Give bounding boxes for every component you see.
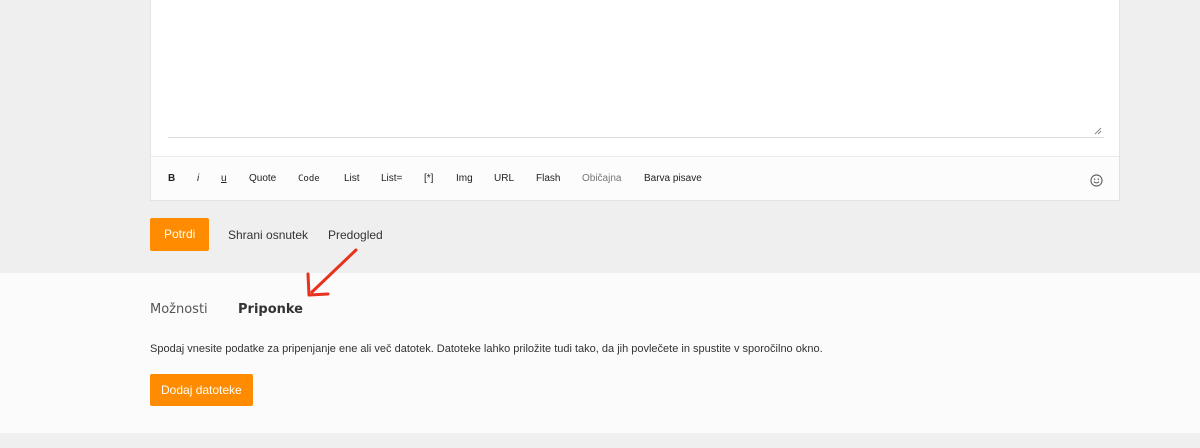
image-button[interactable]: Img	[456, 173, 473, 184]
url-button[interactable]: URL	[494, 173, 514, 184]
add-files-button[interactable]: Dodaj datoteke	[150, 374, 253, 406]
save-draft-button[interactable]: Shrani osnutek	[228, 228, 308, 242]
attachments-section: Možnosti Priponke Spodaj vnesite podatke…	[0, 273, 1200, 433]
tab-attachments[interactable]: Priponke	[238, 302, 303, 317]
flash-button[interactable]: Flash	[536, 173, 560, 184]
annotation-arrow-icon	[306, 248, 358, 297]
smiley-icon[interactable]	[1090, 174, 1103, 187]
underline-button[interactable]: u	[221, 173, 227, 184]
resize-handle-icon[interactable]	[1094, 127, 1102, 135]
code-button[interactable]: Code	[298, 174, 320, 184]
font-color-button[interactable]: Barva pisave	[644, 173, 702, 184]
font-size-select[interactable]: Običajna	[582, 173, 621, 184]
italic-button[interactable]: i	[197, 173, 199, 184]
submit-button[interactable]: Potrdi	[150, 218, 210, 251]
preview-button[interactable]: Predogled	[328, 228, 383, 242]
tab-options[interactable]: Možnosti	[150, 302, 208, 317]
bold-button[interactable]: B	[168, 173, 175, 184]
editor-section: B i u Quote Code List List= [*] Img URL …	[0, 0, 1200, 273]
list-item-button[interactable]: [*]	[424, 173, 433, 184]
attachments-description: Spodaj vnesite podatke za pripenjanje en…	[150, 343, 823, 355]
list-button[interactable]: List	[344, 173, 360, 184]
ordered-list-button[interactable]: List=	[381, 173, 402, 184]
message-editor: B i u Quote Code List List= [*] Img URL …	[150, 0, 1120, 201]
format-toolbar: B i u Quote Code List List= [*] Img URL …	[151, 156, 1119, 200]
quote-button[interactable]: Quote	[249, 173, 276, 184]
message-textarea[interactable]	[168, 0, 1104, 138]
